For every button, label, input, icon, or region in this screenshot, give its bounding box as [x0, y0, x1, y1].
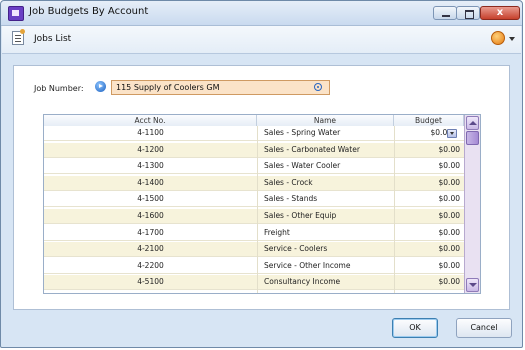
scroll-up-icon[interactable] [466, 116, 479, 130]
cell-name[interactable]: Consultancy Income [264, 275, 394, 290]
calculator-icon[interactable] [447, 129, 457, 138]
cell-budget[interactable]: $0.00 [394, 126, 452, 141]
table-row[interactable]: 4-1400 Sales - Crock $0.00 [44, 175, 464, 191]
cell-name[interactable]: Sales - Stands [264, 192, 394, 207]
table-row[interactable]: 4-1500 Sales - Stands $0.00 [44, 192, 464, 208]
cell-acct[interactable]: 4-1700 [44, 226, 257, 241]
arrow-icon[interactable] [95, 81, 106, 92]
cell-acct[interactable]: 4-1100 [44, 126, 257, 141]
jobs-list-icon[interactable] [12, 29, 25, 45]
job-number-label: Job Number: [34, 84, 84, 93]
scroll-thumb[interactable] [466, 131, 479, 145]
maximize-button[interactable] [456, 6, 480, 20]
table-row[interactable]: 4-1200 Sales - Carbonated Water $0.00 [44, 142, 464, 158]
cell-budget[interactable]: $0.00 [394, 242, 460, 257]
table-row[interactable]: 4-1300 Sales - Water Cooler $0.00 [44, 159, 464, 175]
cell-budget[interactable]: $0.00 [394, 209, 460, 224]
cell-acct[interactable]: 4-2100 [44, 242, 257, 257]
title-bar[interactable]: Job Budgets By Account x [1, 1, 522, 26]
cell-acct[interactable]: 4-1500 [44, 192, 257, 207]
table-row[interactable]: 4-2100 Service - Coolers $0.00 [44, 242, 464, 258]
cell-budget[interactable]: $0.00 [394, 226, 460, 241]
table-row[interactable]: 4-1100 Sales - Spring Water $0.00 [44, 126, 464, 141]
table-row[interactable]: 4-5100 Consultancy Income $0.00 [44, 275, 464, 291]
cell-acct[interactable]: 4-1600 [44, 209, 257, 224]
cell-acct[interactable]: 4-1400 [44, 176, 257, 191]
cell-name[interactable]: Sales - Water Cooler [264, 159, 394, 174]
cell-budget[interactable]: $0.00 [394, 143, 460, 158]
help-dropdown-icon[interactable] [509, 37, 515, 41]
column-divider [394, 126, 395, 293]
jobs-list-button[interactable]: Jobs List [34, 34, 71, 44]
search-icon[interactable] [314, 83, 322, 91]
cell-budget[interactable]: $0.00 [394, 259, 460, 274]
cell-acct[interactable]: 4-1200 [44, 143, 257, 158]
cell-budget[interactable]: $0.00 [394, 275, 460, 290]
cancel-button[interactable]: Cancel [456, 318, 512, 338]
cell-acct[interactable]: 4-2200 [44, 259, 257, 274]
cell-name[interactable]: Service - Other Income [264, 259, 394, 274]
help-icon[interactable] [491, 31, 505, 45]
header-name[interactable]: Name [257, 115, 394, 126]
budget-table: Acct No. Name Budget 4-1100 Sales - Sprin… [43, 114, 481, 294]
cell-acct[interactable]: 4-1300 [44, 159, 257, 174]
cell-budget[interactable]: $0.00 [394, 192, 460, 207]
window: Job Budgets By Account x Jobs List Job N… [0, 0, 523, 348]
minimize-button[interactable] [433, 6, 457, 20]
scroll-down-icon[interactable] [466, 278, 479, 292]
cell-name[interactable]: Freight [264, 226, 394, 241]
ok-button[interactable]: OK [392, 318, 438, 338]
cell-acct[interactable]: 4-5100 [44, 275, 257, 290]
close-icon: x [496, 7, 504, 18]
cell-budget[interactable]: $0.00 [394, 159, 460, 174]
cell-name[interactable]: Sales - Crock [264, 176, 394, 191]
app-icon [8, 6, 24, 21]
table-row[interactable]: 4-2200 Service - Other Income $0.00 [44, 258, 464, 274]
cell-name[interactable]: Service - Coolers [264, 242, 394, 257]
table-row[interactable]: 4-1600 Sales - Other Equip $0.00 [44, 209, 464, 224]
header-budget[interactable]: Budget [394, 115, 464, 126]
close-button[interactable]: x [480, 6, 520, 20]
cell-name[interactable]: Sales - Carbonated Water [264, 143, 394, 158]
cell-name[interactable]: Sales - Spring Water [264, 126, 394, 141]
cell-budget[interactable]: $0.00 [394, 176, 460, 191]
toolbar: Jobs List [2, 26, 521, 54]
table-row[interactable]: 4-1700 Freight $0.00 [44, 225, 464, 241]
main-panel: Job Number: 115 Supply of Coolers GM Acc… [13, 65, 510, 310]
header-acct-no[interactable]: Acct No. [44, 115, 257, 126]
cell-name[interactable]: Sales - Other Equip [264, 209, 394, 224]
window-title: Job Budgets By Account [29, 6, 149, 17]
job-number-field[interactable]: 115 Supply of Coolers GM [111, 80, 330, 95]
vertical-scrollbar[interactable] [464, 115, 480, 293]
column-divider [257, 126, 258, 293]
